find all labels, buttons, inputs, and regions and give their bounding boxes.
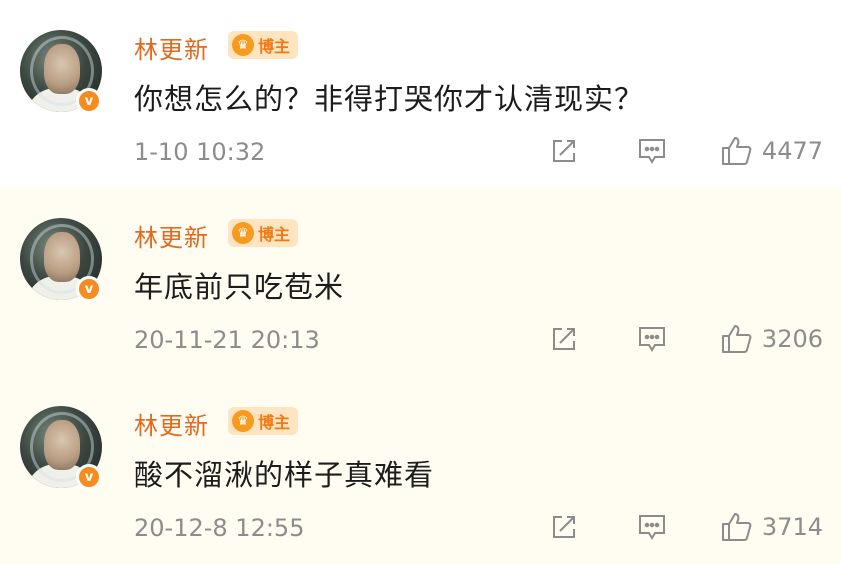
badge-label: 博主	[258, 225, 291, 244]
like-button[interactable]: 3714	[720, 510, 823, 544]
like-count: 3206	[761, 325, 823, 353]
like-button[interactable]: 4477	[720, 134, 823, 168]
share-icon	[552, 140, 575, 162]
share-button[interactable]	[548, 511, 580, 543]
verified-icon: v	[76, 464, 102, 490]
comment-timestamp: 20-12-8 12:55	[134, 514, 305, 542]
comment-icon	[638, 139, 665, 164]
comment-item: v 林更新 ♛ 博主 酸不溜湫的样子真难看 20-12-8 12:55 3714	[0, 376, 841, 564]
badge-label: 博主	[258, 37, 291, 56]
crown-icon: ♛	[232, 410, 254, 432]
badge-label: 博主	[258, 413, 291, 432]
comment-timestamp: 20-11-21 20:13	[134, 326, 320, 354]
share-icon	[552, 328, 575, 350]
username[interactable]: 林更新	[134, 30, 209, 65]
blogger-badge: ♛ 博主	[228, 219, 299, 247]
comment-actions: 3714	[548, 510, 823, 544]
username[interactable]: 林更新	[134, 406, 209, 441]
username[interactable]: 林更新	[134, 218, 209, 253]
reply-button[interactable]	[636, 323, 668, 355]
verified-icon: v	[76, 276, 102, 302]
verified-icon: v	[76, 88, 102, 114]
like-count: 4477	[761, 137, 823, 165]
comment-actions: 4477	[548, 134, 823, 168]
comment-text: 年底前只吃苞米	[134, 270, 345, 304]
comment-item: v 林更新 ♛ 博主 年底前只吃苞米 20-11-21 20:13 3206	[0, 188, 841, 376]
comment-icon	[638, 515, 665, 540]
crown-icon: ♛	[232, 222, 254, 244]
thumbs-up-icon	[721, 513, 752, 541]
share-icon	[552, 516, 575, 538]
crown-icon: ♛	[232, 34, 254, 56]
share-button[interactable]	[548, 135, 580, 167]
comment-text: 酸不溜湫的样子真难看	[134, 458, 435, 492]
comment-timestamp: 1-10 10:32	[134, 138, 266, 166]
comment-text: 你想怎么的？非得打哭你才认清现实？	[134, 82, 645, 116]
share-button[interactable]	[548, 323, 580, 355]
blogger-badge: ♛ 博主	[228, 31, 299, 59]
comment-list: v 林更新 ♛ 博主 你想怎么的？非得打哭你才认清现实？ 1-10 10:32	[0, 0, 841, 564]
comment-actions: 3206	[548, 322, 823, 356]
like-count: 3714	[761, 513, 823, 541]
comment-icon	[638, 327, 665, 352]
thumbs-up-icon	[721, 325, 752, 353]
thumbs-up-icon	[721, 137, 752, 165]
comment-item: v 林更新 ♛ 博主 你想怎么的？非得打哭你才认清现实？ 1-10 10:32	[0, 0, 841, 188]
like-button[interactable]: 3206	[720, 322, 823, 356]
reply-button[interactable]	[636, 135, 668, 167]
blogger-badge: ♛ 博主	[228, 407, 299, 435]
reply-button[interactable]	[636, 511, 668, 543]
